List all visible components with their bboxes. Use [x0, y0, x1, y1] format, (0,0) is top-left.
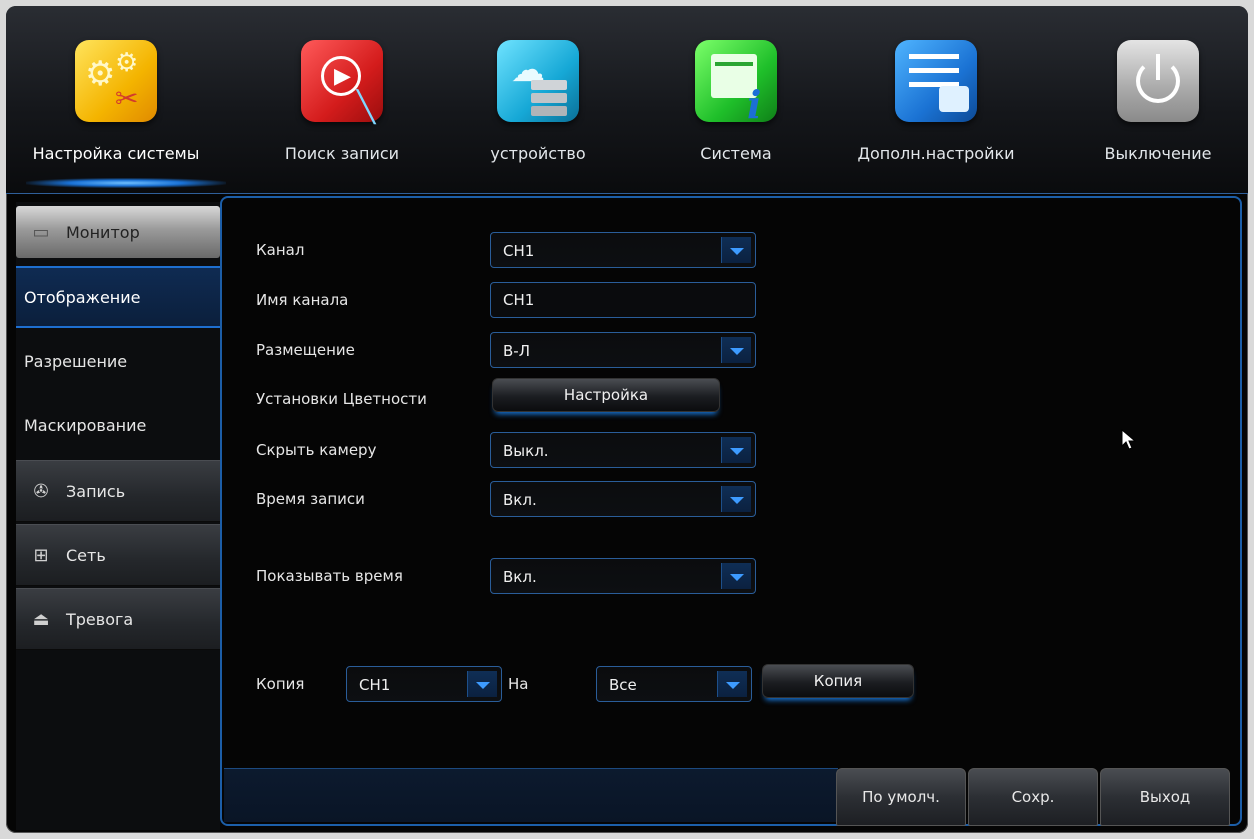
dvr-settings-window: ⚙ ⚙ ✂ Настройка системы ▶ ╲ Поиск записи… — [6, 6, 1248, 833]
top-menu-record-search[interactable]: ▶ ╲ Поиск записи — [242, 32, 442, 192]
color-settings-label: Установки Цветности — [256, 390, 427, 408]
top-menu-system[interactable]: i Система — [636, 32, 836, 192]
chevron-down-icon[interactable] — [721, 437, 751, 463]
sidebar-item-label: Разрешение — [24, 351, 128, 371]
placement-value: В-Л — [503, 342, 530, 360]
top-menu-label: Система — [700, 144, 772, 163]
chevron-down-icon[interactable] — [721, 337, 751, 363]
show-time-value: Вкл. — [503, 568, 537, 586]
placement-select[interactable]: В-Л — [490, 332, 756, 368]
color-settings-button[interactable]: Настройка — [492, 378, 720, 412]
placement-label: Размещение — [256, 341, 355, 359]
top-menu-label: устройство — [490, 144, 586, 163]
record-time-label: Время записи — [256, 490, 365, 508]
storage-device-icon: ☁ — [497, 40, 579, 122]
copy-label: Копия — [256, 675, 305, 693]
display-settings-panel: Канал CH1 Имя канала Размещение В-Л Уста… — [220, 196, 1242, 826]
save-button[interactable]: Сохр. — [968, 768, 1098, 826]
sidebar-item-label: Маскирование — [24, 415, 147, 435]
top-menu-label: Дополн.настройки — [857, 144, 1015, 163]
alarm-icon: ⏏ — [32, 608, 50, 630]
exit-button[interactable]: Выход — [1100, 768, 1230, 826]
sidebar-item-label: Отображение — [24, 287, 141, 307]
copy-button[interactable]: Копия — [762, 664, 914, 698]
record-time-select[interactable]: Вкл. — [490, 481, 756, 517]
copy-to-value: Все — [609, 676, 637, 694]
top-menu-label: Настройка системы — [32, 144, 200, 163]
top-menu-label: Выключение — [1104, 144, 1212, 163]
channel-name-field[interactable] — [491, 283, 755, 317]
top-menu-device[interactable]: ☁ устройство — [438, 32, 638, 192]
channel-name-input[interactable] — [490, 282, 756, 318]
show-time-select[interactable]: Вкл. — [490, 558, 756, 594]
copy-from-select[interactable]: CH1 — [346, 666, 502, 702]
mouse-cursor-icon — [1121, 428, 1137, 450]
sidebar-item-display[interactable]: Отображение — [16, 266, 220, 328]
chevron-down-icon[interactable] — [721, 486, 751, 512]
show-time-label: Показывать время — [256, 567, 403, 585]
system-info-icon: i — [695, 40, 777, 127]
sidebar-section-label: Тревога — [66, 609, 134, 629]
channel-select[interactable]: CH1 — [490, 232, 756, 268]
footer-strip — [224, 768, 838, 822]
hide-camera-label: Скрыть камеру — [256, 441, 377, 459]
record-time-value: Вкл. — [503, 491, 537, 509]
network-icon: ⊞ — [33, 544, 49, 566]
top-menu-system-settings[interactable]: ⚙ ⚙ ✂ Настройка системы — [16, 32, 216, 192]
chevron-down-icon[interactable] — [717, 671, 747, 697]
chevron-down-icon[interactable] — [467, 671, 497, 697]
chevron-down-icon[interactable] — [721, 563, 751, 589]
top-menu-advanced-settings[interactable]: Дополн.настройки — [836, 32, 1036, 192]
sidebar-item-resolution[interactable]: Разрешение — [16, 330, 220, 392]
sidebar-section-network[interactable]: ⊞ Сеть — [16, 524, 220, 586]
settings-gears-icon: ⚙ ⚙ ✂ — [75, 40, 157, 122]
film-reel-icon: ✇ — [33, 480, 49, 502]
top-menu-label: Поиск записи — [284, 144, 400, 163]
sidebar-section-label: Монитор — [66, 222, 140, 242]
sidebar-item-masking[interactable]: Маскирование — [16, 394, 220, 456]
monitor-icon: ▭ — [32, 221, 50, 243]
advanced-settings-icon — [895, 40, 977, 122]
channel-label: Канал — [256, 241, 305, 259]
chevron-down-icon[interactable] — [721, 237, 751, 263]
top-menu-power-off[interactable]: Выключение — [1058, 32, 1248, 192]
sidebar-section-monitor[interactable]: ▭ Монитор — [16, 206, 220, 258]
copy-from-value: CH1 — [359, 676, 391, 694]
power-icon — [1117, 40, 1199, 122]
sidebar-section-label: Запись — [66, 481, 126, 501]
copy-to-select[interactable]: Все — [596, 666, 752, 702]
channel-value: CH1 — [503, 242, 535, 260]
copy-to-label: На — [508, 675, 529, 693]
sidebar-section-alarm[interactable]: ⏏ Тревога — [16, 588, 220, 650]
sidebar-section-record[interactable]: ✇ Запись — [16, 460, 220, 522]
sidebar: ▭ Монитор Отображение Разрешение Маскиро… — [16, 202, 220, 830]
sidebar-section-label: Сеть — [66, 545, 106, 565]
top-menu-bar: ⚙ ⚙ ✂ Настройка системы ▶ ╲ Поиск записи… — [6, 6, 1248, 194]
hide-camera-value: Выкл. — [503, 442, 549, 460]
video-search-icon: ▶ ╲ — [301, 40, 383, 125]
active-tab-indicator — [26, 178, 226, 188]
hide-camera-select[interactable]: Выкл. — [490, 432, 756, 468]
channel-name-label: Имя канала — [256, 291, 349, 309]
default-button[interactable]: По умолч. — [836, 768, 966, 826]
